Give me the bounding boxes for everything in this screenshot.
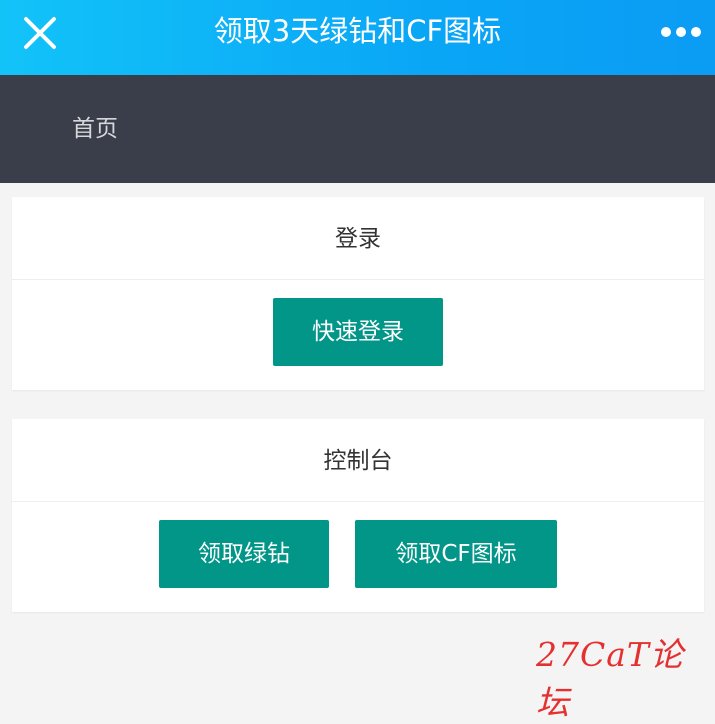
more-dots-icon bbox=[661, 27, 701, 37]
login-card: 登录 快速登录 bbox=[12, 197, 704, 390]
quick-login-button[interactable]: 快速登录 bbox=[273, 298, 443, 366]
page-title: 领取3天绿钻和CF图标 bbox=[213, 14, 502, 48]
title-bar: 领取3天绿钻和CF图标 bbox=[0, 0, 715, 75]
more-button[interactable] bbox=[659, 20, 703, 44]
login-card-title: 登录 bbox=[12, 197, 704, 280]
watermark: 27CaT论坛 bbox=[536, 635, 684, 722]
console-card-title: 控制台 bbox=[12, 419, 704, 502]
console-card: 控制台 领取绿钻 领取CF图标 bbox=[12, 419, 704, 612]
get-cf-icon-button[interactable]: 领取CF图标 bbox=[355, 520, 557, 588]
nav-item-home[interactable]: 首页 bbox=[72, 109, 118, 143]
nav-bar: 首页 bbox=[0, 75, 715, 183]
get-green-diamond-button[interactable]: 领取绿钻 bbox=[159, 520, 329, 588]
